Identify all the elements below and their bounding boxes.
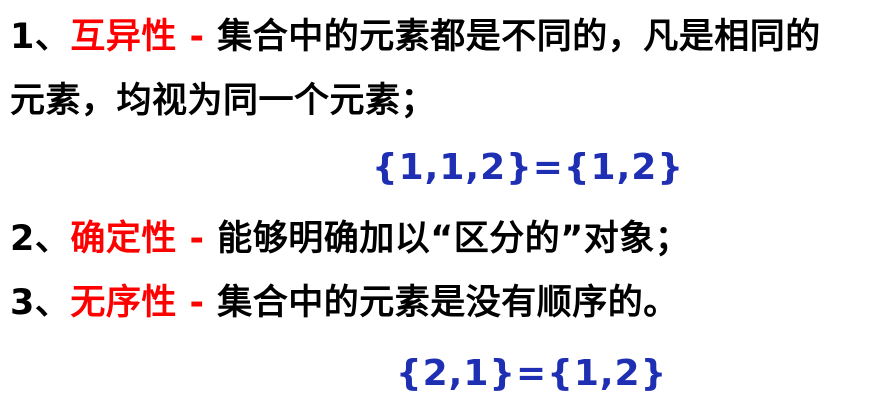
- item-1-description-line-2: 元素，均视为同一个元素；: [10, 81, 437, 121]
- item-2-line-1: 2、确定性 - 能够明确加以“区分的”对象；: [10, 222, 690, 257]
- item-1-line-2: 元素，均视为同一个元素；: [10, 84, 436, 119]
- item-3-line-1: 3、无序性 - 集合中的元素是没有顺序的。: [10, 286, 679, 321]
- item-2-keyword: 确定性 -: [70, 219, 218, 259]
- item-1-formula: {1,1,2}={1,2}: [372, 147, 684, 188]
- item-1-line-1: 1、互异性 - 集合中的元素都是不同的，凡是相同的: [10, 20, 821, 55]
- item-2-number: 2、: [10, 219, 71, 259]
- item-3-formula: {2,1}={1,2}: [396, 353, 668, 394]
- item-3-description-line-1: 集合中的元素是没有顺序的。: [217, 283, 679, 323]
- item-3-keyword: 无序性 -: [70, 283, 218, 323]
- item-1-number: 1、: [10, 17, 71, 57]
- item-2-description-line-1: 能够明确加以“区分的”对象；: [217, 219, 691, 259]
- item-3-number: 3、: [10, 283, 71, 323]
- item-1-description-line-1: 集合中的元素都是不同的，凡是相同的: [217, 17, 821, 57]
- item-1-keyword: 互异性 -: [70, 17, 218, 57]
